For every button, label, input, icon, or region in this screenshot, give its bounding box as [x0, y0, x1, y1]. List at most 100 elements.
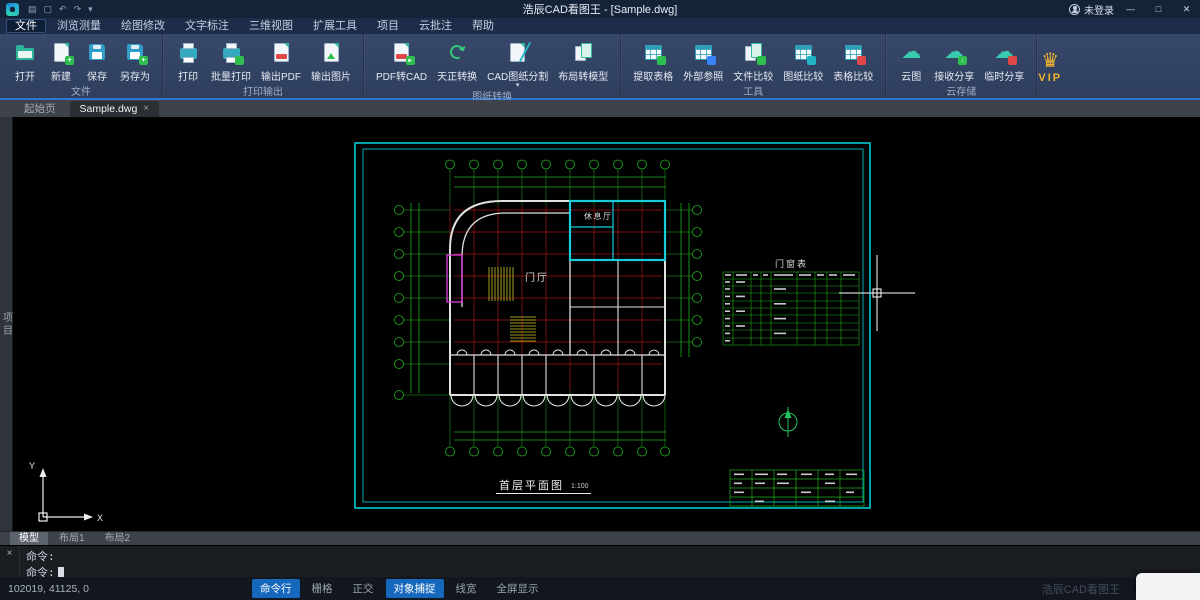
tab-layout1[interactable]: 布局1 [50, 532, 94, 546]
receive-share-button[interactable]: 接收分享 [929, 39, 979, 83]
drawing-canvas[interactable]: 休息厅 门厅 门窗表 首层平面图 1:100 Y X [13, 117, 1200, 531]
drawing-compare-icon [790, 39, 816, 65]
new-label: 新建 [51, 68, 71, 83]
login-button[interactable]: 未登录 [1069, 2, 1114, 17]
table-compare-label: 表格比较 [833, 68, 873, 83]
tab-sample-dwg[interactable]: Sample.dwg × [70, 101, 160, 117]
tab-close-icon[interactable]: × [143, 104, 149, 114]
quick-access-toolbar: ▤ ▢ ↶ ↷ ▾ [28, 5, 93, 14]
tianzheng-convert-icon [444, 39, 470, 65]
tab-sample-dwg-label: Sample.dwg [80, 103, 138, 115]
ribbon-group-label-cloud-storage: 云存储 [886, 83, 1036, 100]
save-as-icon [122, 39, 148, 65]
menu-tab-extended-tools[interactable]: 扩展工具 [304, 19, 366, 33]
table-compare-button[interactable]: 表格比较 [828, 39, 878, 83]
ucs-x-label: X [97, 513, 103, 523]
toggle-grid[interactable]: 栅格 [304, 579, 341, 598]
drawing-compare-button[interactable]: 图纸比较 [778, 39, 828, 83]
new-button[interactable]: 新建 [43, 39, 79, 83]
command-cursor [58, 567, 64, 577]
external-reference-button[interactable]: 外部参照 [678, 39, 728, 83]
project-panel-label: 项目 [0, 312, 14, 531]
command-panel[interactable]: × 命令: 命令: [0, 545, 1200, 577]
tab-model[interactable]: 模型 [10, 532, 48, 546]
maximize-button[interactable]: □ [1147, 0, 1170, 18]
layout-to-model-label: 布局转模型 [558, 68, 608, 83]
open-label: 打开 [15, 68, 35, 83]
export-image-icon [318, 39, 344, 65]
save-icon[interactable]: ▢ [44, 5, 53, 14]
external-reference-label: 外部参照 [683, 68, 723, 83]
titlebar-right: 未登录 — □ ✕ [1069, 0, 1200, 18]
temp-share-button[interactable]: 临时分享 [979, 39, 1029, 83]
export-pdf-button[interactable]: 输出PDF [256, 39, 306, 83]
structural-grid [450, 205, 665, 391]
file-compare-button[interactable]: 文件比较 [728, 39, 778, 83]
close-button[interactable]: ✕ [1175, 0, 1198, 18]
app-menu-icon[interactable]: ▤ [28, 5, 37, 14]
ribbon: 打开 新建 保存 另存为 文件 [0, 34, 1200, 100]
title-block [730, 470, 864, 506]
file-compare-icon [740, 39, 766, 65]
save-as-button[interactable]: 另存为 [115, 39, 155, 83]
export-image-button[interactable]: 输出图片 [306, 39, 356, 83]
app-logo-icon [6, 3, 19, 16]
toggle-command-line[interactable]: 命令行 [252, 579, 300, 598]
extract-table-label: 提取表格 [633, 68, 673, 83]
menu-tab-project[interactable]: 项目 [368, 19, 408, 33]
layout-to-model-icon [570, 39, 596, 65]
ucs-y-label: Y [29, 461, 35, 471]
workspace: 项目 [0, 117, 1200, 531]
redo-icon[interactable]: ↷ [74, 5, 82, 14]
layout-to-model-button[interactable]: 布局转模型 [553, 39, 613, 83]
external-reference-icon [690, 39, 716, 65]
temp-share-icon [991, 39, 1017, 65]
save-button[interactable]: 保存 [79, 39, 115, 83]
open-button[interactable]: 打开 [7, 39, 43, 83]
menu-tab-file[interactable]: 文件 [6, 19, 46, 33]
dropdown-icon[interactable]: ▾ [88, 5, 93, 14]
layout-tab-bar: 模型 布局1 布局2 [0, 531, 1200, 545]
toggle-lineweight[interactable]: 线宽 [448, 579, 485, 598]
tianzheng-convert-button[interactable]: 天正转换 [432, 39, 482, 83]
ribbon-group-drawing-convert: PDF转CAD 天正转换 CAD图纸分割 ▾ 布局转模型 图纸转换 [364, 34, 621, 98]
cad-split-button[interactable]: CAD图纸分割 ▾ [482, 39, 553, 88]
print-button[interactable]: 打印 [170, 39, 206, 83]
print-icon [175, 39, 201, 65]
undo-icon[interactable]: ↶ [59, 5, 67, 14]
toggle-object-snap[interactable]: 对象捕捉 [386, 579, 444, 598]
menu-tab-cloud-annotate[interactable]: 云批注 [410, 19, 461, 33]
ucs-icon [39, 468, 93, 521]
application-window: ▤ ▢ ↶ ↷ ▾ 浩辰CAD看图王 - [Sample.dwg] 未登录 — … [0, 0, 1200, 600]
login-label: 未登录 [1084, 2, 1114, 17]
command-close-icon[interactable]: × [0, 546, 20, 577]
minimize-button[interactable]: — [1119, 0, 1142, 18]
user-icon [1069, 4, 1080, 15]
crown-icon [1037, 48, 1063, 74]
cloud-drawing-button[interactable]: 云图 [893, 39, 929, 83]
plan-title: 首层平面图 [499, 478, 564, 492]
project-side-panel[interactable]: 项目 [0, 117, 13, 531]
cad-split-label: CAD图纸分割 [487, 68, 548, 83]
toggle-ortho[interactable]: 正交 [345, 579, 382, 598]
menu-tab-3d-view[interactable]: 三维视图 [240, 19, 302, 33]
dimension-lines [395, 160, 702, 456]
batch-print-label: 批量打印 [211, 68, 251, 83]
menu-tab-text-annotate[interactable]: 文字标注 [176, 19, 238, 33]
notification-popup[interactable] [1136, 573, 1200, 600]
export-pdf-icon [268, 39, 294, 65]
menu-tab-draw-modify[interactable]: 绘图修改 [112, 19, 174, 33]
window-title: 浩辰CAD看图王 - [Sample.dwg] [0, 1, 1200, 17]
ribbon-group-print-output: 打印 批量打印 输出PDF 输出图片 打印输出 [163, 34, 364, 98]
extract-table-button[interactable]: 提取表格 [628, 39, 678, 83]
pdf-to-cad-button[interactable]: PDF转CAD [371, 39, 432, 83]
toggle-fullscreen[interactable]: 全屏显示 [489, 579, 547, 598]
vip-button[interactable]: VIP [1037, 34, 1063, 98]
menu-bar: 文件 浏览测量 绘图修改 文字标注 三维视图 扩展工具 项目 云批注 帮助 [0, 18, 1200, 34]
open-icon [12, 39, 38, 65]
batch-print-button[interactable]: 批量打印 [206, 39, 256, 83]
tab-start-page[interactable]: 起始页 [14, 101, 66, 117]
menu-tab-help[interactable]: 帮助 [463, 19, 503, 33]
tab-layout2[interactable]: 布局2 [96, 532, 140, 546]
menu-tab-browse-measure[interactable]: 浏览测量 [48, 19, 110, 33]
